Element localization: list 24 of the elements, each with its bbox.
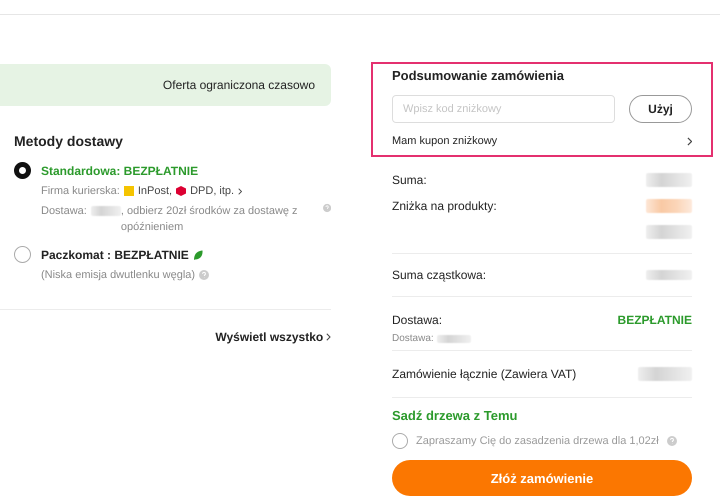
carrier-name: InPost, bbox=[138, 184, 172, 199]
option-title: Standardowa: BEZPŁATNIE bbox=[41, 163, 200, 179]
delivery-note: , odbierz 20zł środków za dostawę z opóźnieniem bbox=[120, 204, 299, 235]
coupon-input[interactable]: Wpisz kod zniżkowy bbox=[392, 95, 615, 123]
apply-button[interactable]: Użyj bbox=[629, 95, 692, 123]
view-all-link[interactable]: Wyświetl wszystko bbox=[215, 330, 331, 344]
summary-label: Zniżka na produkty: bbox=[392, 199, 497, 213]
summary-title: Podsumowanie zamówienia bbox=[392, 68, 565, 83]
summary-label: Suma: bbox=[392, 173, 427, 187]
delivery-label: Dostawa: bbox=[41, 204, 87, 219]
option-title: Paczkomat : BEZPŁATNIE bbox=[41, 247, 189, 263]
trees-option-label: Zapraszamy Cię do zasadzenia drzewa dla 1,02zł bbox=[416, 435, 659, 447]
coupon-link[interactable]: Mam kupon zniżkowy bbox=[392, 135, 692, 147]
summary-label: Dostawa: bbox=[392, 313, 442, 327]
shipping-value: BEZPŁATNIE bbox=[618, 313, 692, 327]
section-title: Metody dostawy bbox=[14, 133, 124, 149]
promo-banner: Oferta ograniczona czasowo bbox=[0, 64, 331, 106]
trees-title: Sadź drzewa z Temu bbox=[392, 408, 518, 423]
carrier-name: DPD, itp. bbox=[190, 184, 234, 199]
summary-label: Suma cząstkowa: bbox=[392, 268, 486, 282]
option-note: (Niska emisja dwutlenku węgla) bbox=[41, 268, 196, 283]
shipping-note: Dostawa: bbox=[392, 333, 434, 344]
summary-label: Zamówienie łącznie (Zawiera VAT) bbox=[392, 367, 576, 381]
carrier-label: Firma kurierska: bbox=[41, 184, 120, 199]
